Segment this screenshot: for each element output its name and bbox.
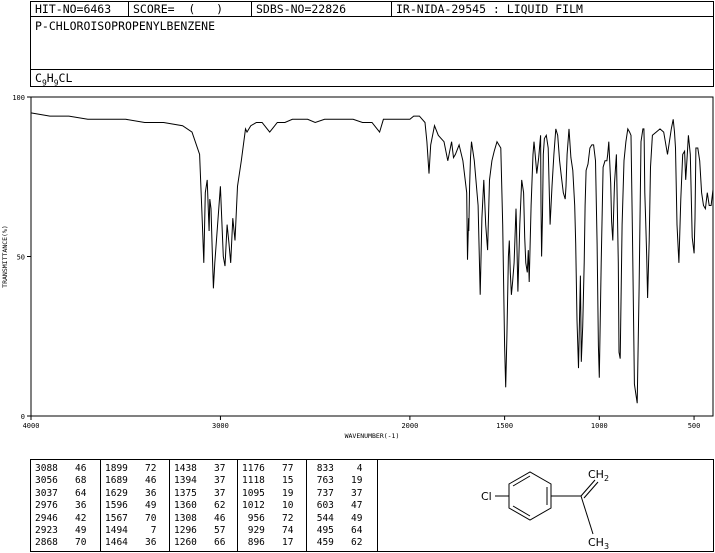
- cl-label: Cl: [481, 490, 492, 503]
- x-tick-label-4000: 4000: [23, 422, 40, 430]
- peak-row: 896 17: [242, 537, 294, 549]
- peak-row: 833 4: [311, 463, 363, 474]
- peak-row: 459 62: [311, 537, 363, 549]
- compound-name: P-CHLOROISOPROPENYLBENZENE: [35, 19, 216, 33]
- inner-bond-1: [512, 475, 531, 487]
- x-tick-label-2000: 2000: [401, 422, 418, 430]
- peak-row: 737 37: [311, 487, 363, 499]
- spectrum-line: [30, 112, 714, 404]
- compound-name-box: P-CHLOROISOPROPENYLBENZENE: [30, 17, 714, 70]
- peak-row: 3037 64: [35, 487, 87, 499]
- formula-c: C: [35, 71, 42, 85]
- peak-row: 1375 37: [174, 487, 226, 499]
- peak-row: 1899 72: [105, 463, 157, 474]
- peak-row: 3056 68: [35, 475, 87, 487]
- peak-row: 3088 46: [35, 463, 87, 474]
- peak-row: 2946 42: [35, 512, 87, 524]
- y-axis-label: TRANSMITTANCE(%): [1, 225, 9, 288]
- peak-row: 1394 37: [174, 475, 226, 487]
- formula-box: C9H9CL: [30, 70, 714, 87]
- peak-row: 1689 46: [105, 475, 157, 487]
- peak-row: 2868 70: [35, 537, 87, 549]
- ir-spectrum-chart: 4000 3000 2000 1500 1000 500 0 50 100 WAVENUMBER…: [1, 94, 714, 440]
- peak-column: 833 4 763 19 737 37 603 47 544 49 495 64…: [307, 460, 378, 551]
- ch2-label: CH2: [588, 468, 609, 483]
- peak-column: 1176 77 1118 15 1095 19 1012 10 956 72 929 …: [238, 460, 307, 551]
- chemical-structure: Cl CH2 CH3: [481, 468, 609, 551]
- x-tick-label-1000: 1000: [591, 422, 608, 430]
- x-tick-label-500: 500: [688, 422, 701, 430]
- peak-row: 763 19: [311, 475, 363, 487]
- axes: [30, 96, 714, 417]
- hit-number: HIT-NO=6463: [31, 2, 129, 16]
- y-tick-label-100: 100: [12, 94, 25, 102]
- peak-row: 603 47: [311, 500, 363, 512]
- formula-h: H: [46, 71, 54, 85]
- peak-row: 1012 10: [242, 500, 294, 512]
- peak-row: 1567 70: [105, 512, 157, 524]
- peak-row: 1494 7: [105, 525, 157, 537]
- inner-bond-3: [512, 505, 531, 517]
- peak-row: 495 64: [311, 525, 363, 537]
- ch3-label: CH3: [588, 536, 609, 551]
- peak-row: 1464 36: [105, 537, 157, 549]
- peak-row: 1308 46: [174, 512, 226, 524]
- peak-column: 3088 46 3056 68 3037 64 2976 36 2946 42 2923 …: [31, 460, 101, 551]
- y-tick-label-50: 50: [17, 254, 25, 262]
- header-bar: HIT-NO=6463 SCORE= ( ) SDBS-NO=22826 IR-…: [30, 1, 714, 17]
- formula-cl: CL: [58, 71, 73, 85]
- methyl-bond: [580, 495, 594, 535]
- peak-row: 1260 66: [174, 537, 226, 549]
- x-tick-label-3000: 3000: [212, 422, 229, 430]
- benzene-ring: [508, 471, 552, 521]
- peak-row: 1629 36: [105, 487, 157, 499]
- peak-row: 1438 37: [174, 463, 226, 474]
- peak-column: 1438 37 1394 37 1375 37 1360 62 1308 46 1296 …: [170, 460, 238, 551]
- y-tick-label-0: 0: [21, 413, 25, 421]
- peak-row: 2976 36: [35, 500, 87, 512]
- score: SCORE= ( ): [129, 2, 252, 16]
- peak-row: 544 49: [311, 512, 363, 524]
- peak-row: 1176 77: [242, 463, 294, 474]
- peak-row: 1360 62: [174, 500, 226, 512]
- plot-frame: [30, 96, 714, 417]
- peak-row: 1095 19: [242, 487, 294, 499]
- x-axis-label: WAVENUMBER(-1): [345, 432, 400, 440]
- peak-row: 1296 57: [174, 525, 226, 537]
- ir-info: IR-NIDA-29545 : LIQUID FILM: [396, 2, 583, 16]
- peak-row: 2923 49: [35, 525, 87, 537]
- peak-table: 3088 46 3056 68 3037 64 2976 36 2946 42 2923 …: [30, 459, 714, 552]
- x-tick-label-1500: 1500: [496, 422, 513, 430]
- peak-row: 1596 49: [105, 500, 157, 512]
- peak-row: 1118 15: [242, 475, 294, 487]
- peak-row: 929 74: [242, 525, 294, 537]
- peak-column: 1899 72 1689 46 1629 36 1596 49 1567 70 1494 …: [101, 460, 170, 551]
- sdbs-number: SDBS-NO=22826: [252, 2, 392, 16]
- peak-row: 956 72: [242, 512, 294, 524]
